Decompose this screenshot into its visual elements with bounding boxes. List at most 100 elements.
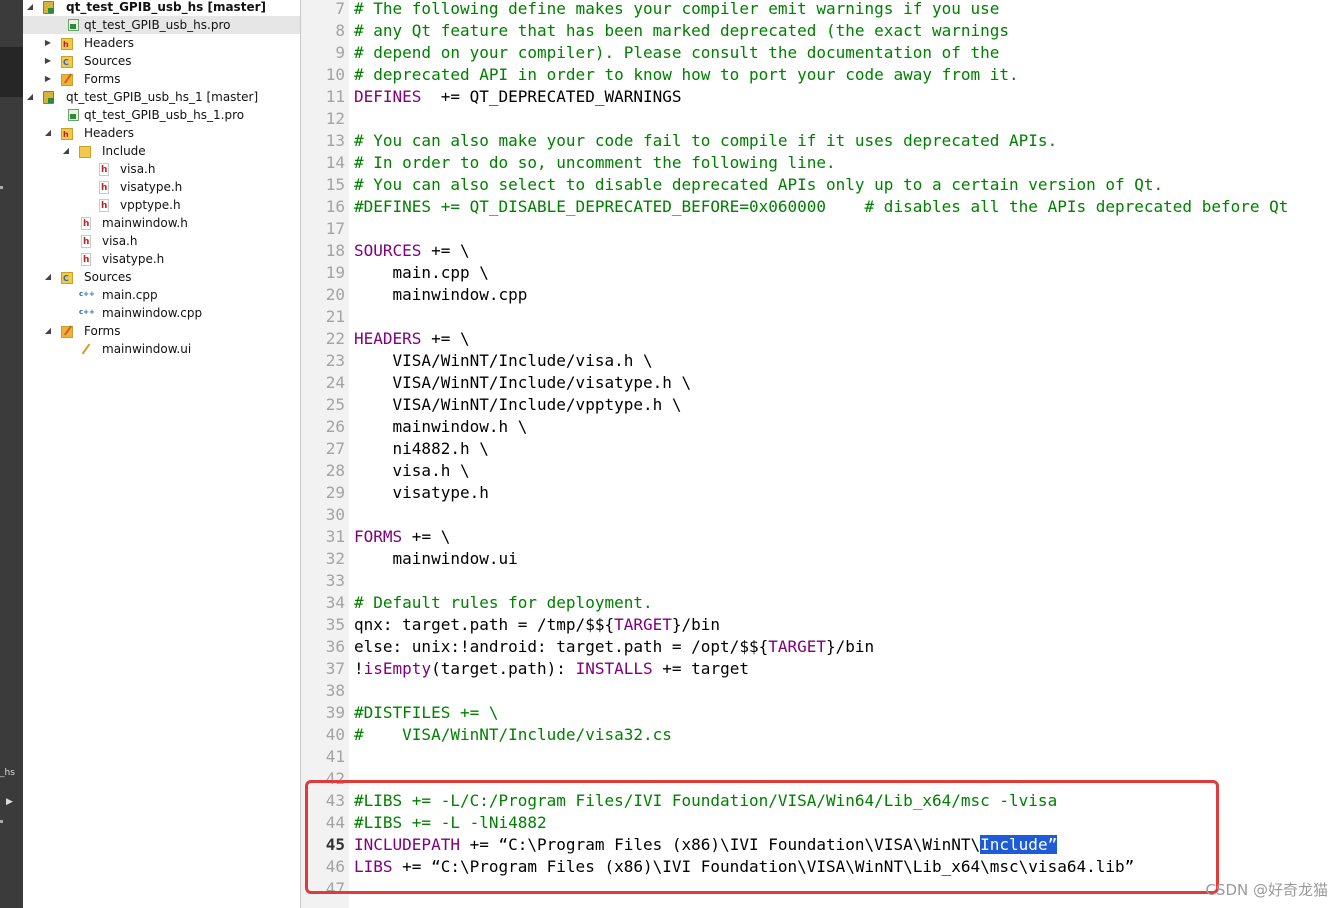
code-token: += \ — [402, 527, 451, 546]
line-number: 19 — [325, 263, 345, 282]
code-line[interactable]: # In order to do so, uncomment the follo… — [354, 152, 836, 174]
code-token: visatype.h — [354, 483, 489, 502]
code-line[interactable]: visatype.h — [354, 482, 489, 504]
code-token: DEFINES — [354, 87, 422, 106]
expanded-arrow-icon[interactable]: ◢ — [43, 322, 53, 340]
tree-item[interactable]: vpptype.h — [23, 196, 300, 215]
tree-item-label: Sources — [84, 270, 132, 284]
tree-item[interactable]: ◢ Headers — [23, 124, 300, 144]
code-line[interactable]: # depend on your compiler). Please consu… — [354, 42, 999, 64]
tree-item-label: Sources — [84, 54, 132, 68]
code-token: ni4882.h \ — [354, 439, 489, 458]
tree-item[interactable]: visa.h — [23, 160, 300, 179]
tree-item[interactable]: visatype.h — [23, 250, 300, 269]
expanded-arrow-icon[interactable]: ◢ — [43, 268, 53, 286]
tree-item[interactable]: visatype.h — [23, 178, 300, 197]
code-line[interactable]: VISA/WinNT/Include/vpptype.h \ — [354, 394, 682, 416]
collapsed-arrow-icon[interactable]: ▶ — [43, 52, 53, 70]
sidebar-marker — [0, 186, 3, 189]
line-number: 24 — [325, 373, 345, 392]
line-number: 15 — [325, 175, 345, 194]
tree-item-label: Headers — [84, 126, 134, 140]
tree-item[interactable]: visa.h — [23, 232, 300, 251]
code-token: VISA/WinNT/Include/visatype.h \ — [354, 373, 692, 392]
tree-item[interactable]: ◢ qt_test_GPIB_usb_hs_1 [master] — [23, 88, 300, 106]
code-line[interactable]: VISA/WinNT/Include/visa.h \ — [354, 350, 653, 372]
expanded-arrow-icon[interactable]: ◢ — [25, 0, 35, 16]
code-line[interactable]: qnx: target.path = /tmp/$${TARGET}/bin — [354, 614, 720, 636]
expanded-arrow-icon[interactable]: ◢ — [25, 88, 35, 106]
code-line[interactable]: !isEmpty(target.path): INSTALLS += targe… — [354, 658, 749, 680]
code-line[interactable]: visa.h \ — [354, 460, 470, 482]
line-number: 13 — [325, 131, 345, 150]
code-line[interactable]: # The following define makes your compil… — [354, 0, 999, 20]
code-line[interactable]: # You can also select to disable depreca… — [354, 174, 1163, 196]
expanded-arrow-icon[interactable]: ◢ — [43, 124, 53, 142]
tree-item[interactable]: qt_test_GPIB_usb_hs.pro — [23, 16, 300, 34]
tree-item[interactable]: ◢ Include — [23, 142, 300, 160]
cpp-file-icon — [79, 285, 95, 303]
collapsed-arrow-icon[interactable]: ▶ — [43, 70, 53, 88]
line-number: 8 — [335, 21, 345, 40]
code-token: INSTALLS — [575, 659, 653, 678]
code-token: mainwindow.cpp — [354, 285, 528, 304]
code-line[interactable]: VISA/WinNT/Include/visatype.h \ — [354, 372, 692, 394]
tree-item[interactable]: main.cpp — [23, 285, 300, 304]
code-token: # deprecated API in order to know how to… — [354, 65, 1019, 84]
code-line[interactable]: #LIBS += -L/C:/Program Files/IVI Foundat… — [354, 790, 1057, 812]
code-line[interactable]: # deprecated API in order to know how to… — [354, 64, 1019, 86]
code-line[interactable]: INCLUDEPATH += “C:\Program Files (x86)\I… — [354, 834, 1058, 856]
code-line[interactable]: # any Qt feature that has been marked de… — [354, 20, 1009, 42]
code-token: += target — [652, 659, 749, 678]
project-icon — [43, 91, 54, 104]
header-file-icon — [99, 179, 109, 197]
code-line[interactable]: # You can also make your code fail to co… — [354, 130, 1057, 152]
line-number: 20 — [325, 285, 345, 304]
sidebar-expand-arrow-icon[interactable]: ▶ — [6, 797, 13, 807]
tree-item[interactable]: ▶ Sources — [23, 52, 300, 72]
collapsed-arrow-icon[interactable]: ▶ — [43, 34, 53, 52]
tree-item[interactable]: mainwindow.h — [23, 214, 300, 233]
code-line[interactable]: LIBS += “C:\Program Files (x86)\IVI Foun… — [354, 856, 1134, 878]
line-number: 28 — [325, 461, 345, 480]
code-token: FORMS — [354, 527, 403, 546]
tree-item[interactable]: mainwindow.cpp — [23, 303, 300, 322]
tree-item-label: mainwindow.h — [102, 216, 188, 230]
code-line[interactable]: #DEFINES += QT_DISABLE_DEPRECATED_BEFORE… — [354, 196, 1288, 218]
tree-item-label: qt_test_GPIB_usb_hs_1.pro — [84, 108, 245, 122]
code-line[interactable]: HEADERS += \ — [354, 328, 470, 350]
tree-item-label: vpptype.h — [120, 198, 181, 212]
line-number: 27 — [325, 439, 345, 458]
tree-item[interactable]: ◢ Sources — [23, 268, 300, 288]
code-line[interactable]: else: unix:!android: target.path = /opt/… — [354, 636, 874, 658]
mode-sidebar-active-item[interactable] — [0, 47, 23, 97]
code-token: += \ — [421, 241, 470, 260]
code-token: mainwindow.h \ — [354, 417, 528, 436]
code-line[interactable]: main.cpp \ — [354, 262, 489, 284]
tree-item[interactable]: qt_test_GPIB_usb_hs_1.pro — [23, 106, 300, 124]
sidebar-project-label[interactable]: _hs — [0, 768, 15, 778]
code-line[interactable]: SOURCES += \ — [354, 240, 470, 262]
header-file-icon — [99, 161, 109, 179]
code-line[interactable]: #LIBS += -L -lNi4882 — [354, 812, 547, 834]
code-line[interactable]: mainwindow.ui — [354, 548, 518, 570]
code-line[interactable]: FORMS += \ — [354, 526, 450, 548]
tree-item[interactable]: ◢ Forms — [23, 322, 300, 340]
tree-item[interactable]: ▶ Forms — [23, 70, 300, 88]
project-tree[interactable]: ◢ qt_test_GPIB_usb_hs [master] qt_test_GPI… — [23, 0, 300, 908]
tree-item[interactable]: ◢ qt_test_GPIB_usb_hs [master] — [23, 0, 300, 16]
code-line[interactable]: #DISTFILES += \ — [354, 702, 499, 724]
code-line[interactable]: mainwindow.h \ — [354, 416, 528, 438]
expanded-arrow-icon[interactable]: ◢ — [61, 142, 71, 160]
line-number: 9 — [335, 43, 345, 62]
code-line[interactable]: DEFINES += QT_DEPRECATED_WARNINGS — [354, 86, 682, 108]
code-token: #DISTFILES += \ — [354, 703, 499, 722]
tree-item[interactable]: ▶ Headers — [23, 34, 300, 54]
code-line[interactable]: ni4882.h \ — [354, 438, 489, 460]
code-line[interactable]: # Default rules for deployment. — [354, 592, 653, 614]
code-line[interactable]: mainwindow.cpp — [354, 284, 528, 306]
code-line[interactable]: # VISA/WinNT/Include/visa32.cs — [354, 724, 672, 746]
code-editor[interactable]: 7 8 9 10 11 12 13 14 15 16 17 18 19 20 21 22 23 24 25 26 27 2… — [301, 0, 1338, 908]
tree-item[interactable]: mainwindow.ui — [23, 340, 300, 358]
code-token: INCLUDEPATH — [354, 835, 460, 854]
